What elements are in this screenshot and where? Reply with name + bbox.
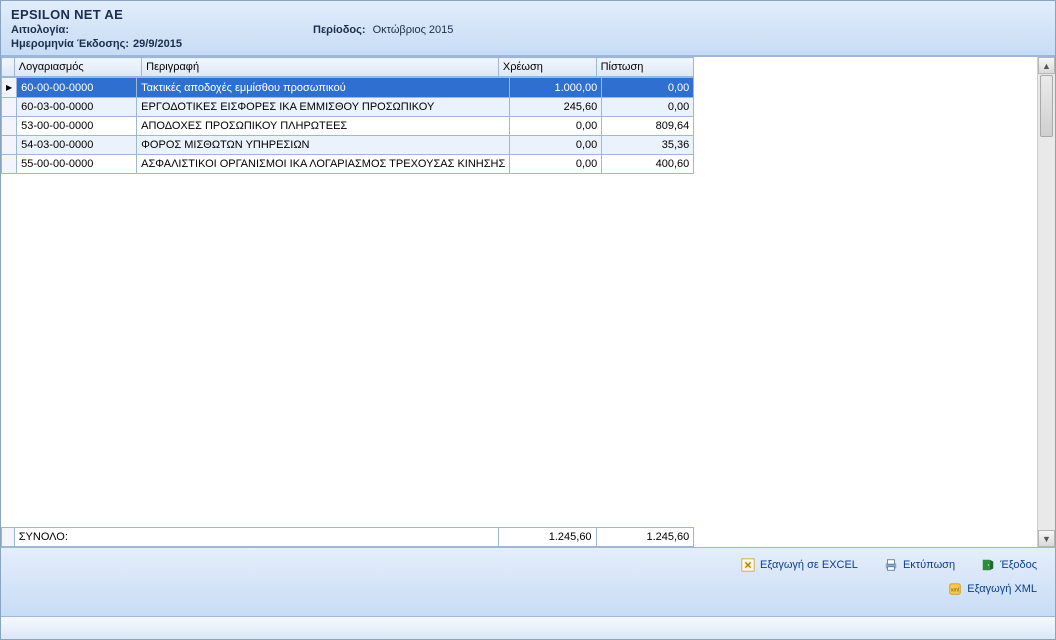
cell-account[interactable]: 60-00-00-0000 bbox=[17, 78, 137, 98]
footer-indicator bbox=[2, 528, 15, 547]
exit-label: Έξοδος bbox=[1000, 559, 1037, 571]
scroll-thumb[interactable] bbox=[1040, 75, 1053, 137]
cell-description[interactable]: ΑΠΟΔΟΧΕΣ ΠΡΟΣΩΠΙΚΟΥ ΠΛΗΡΩΤΕΕΣ bbox=[137, 117, 510, 136]
table-row[interactable]: 55-00-00-0000ΑΣΦΑΛΙΣΤΙΚΟΙ ΟΡΓΑΝΙΣΜΟΙ ΙΚΑ… bbox=[2, 155, 694, 174]
app-window: EPSILON NET AE Αιτιολογία: Περίοδος: Οκτ… bbox=[0, 0, 1056, 640]
data-grid[interactable]: Λογαριασμός Περιγραφή Χρέωση Πίστωση 60-… bbox=[1, 57, 694, 547]
cell-description[interactable]: ΑΣΦΑΛΙΣΤΙΚΟΙ ΟΡΓΑΝΙΣΜΟΙ ΙΚΑ ΛΟΓΑΡΙΑΣΜΟΣ … bbox=[137, 155, 510, 174]
row-indicator[interactable] bbox=[2, 155, 17, 174]
export-excel-button[interactable]: Εξαγωγή σε EXCEL bbox=[737, 556, 862, 574]
print-button[interactable]: Εκτύπωση bbox=[880, 556, 959, 574]
cell-debit[interactable]: 0,00 bbox=[510, 155, 602, 174]
scroll-down-button[interactable]: ▼ bbox=[1038, 530, 1055, 547]
footer-debit-total: 1.245,60 bbox=[498, 528, 596, 547]
printer-icon bbox=[884, 558, 898, 572]
issue-date-value: 29/9/2015 bbox=[133, 38, 182, 50]
cell-debit[interactable]: 245,60 bbox=[510, 98, 602, 117]
cell-debit[interactable]: 0,00 bbox=[510, 136, 602, 155]
cell-credit[interactable]: 809,64 bbox=[602, 117, 694, 136]
grid-header: Λογαριασμός Περιγραφή Χρέωση Πίστωση bbox=[1, 57, 694, 77]
col-credit[interactable]: Πίστωση bbox=[596, 58, 694, 77]
cell-credit[interactable]: 0,00 bbox=[602, 78, 694, 98]
grid-area: Λογαριασμός Περιγραφή Χρέωση Πίστωση 60-… bbox=[1, 56, 1055, 547]
cell-debit[interactable]: 1.000,00 bbox=[510, 78, 602, 98]
period-value: Οκτώβριος 2015 bbox=[373, 24, 454, 36]
print-label: Εκτύπωση bbox=[903, 559, 955, 571]
company-title: EPSILON NET AE bbox=[11, 7, 1045, 22]
grid-footer: ΣΥΝΟΛΟ: 1.245,60 1.245,60 bbox=[1, 527, 694, 547]
cell-account[interactable]: 60-03-00-0000 bbox=[17, 98, 137, 117]
footer-credit-total: 1.245,60 bbox=[596, 528, 694, 547]
cell-credit[interactable]: 0,00 bbox=[602, 98, 694, 117]
col-indicator[interactable] bbox=[2, 58, 15, 77]
vertical-scrollbar[interactable]: ▲ ▼ bbox=[1037, 57, 1055, 547]
reason-label: Αιτιολογία: bbox=[11, 24, 69, 36]
row-indicator[interactable] bbox=[2, 98, 17, 117]
row-indicator[interactable] bbox=[2, 78, 17, 98]
table-row[interactable]: 54-03-00-0000ΦΟΡΟΣ ΜΙΣΘΩΤΩΝ ΥΠΗΡΕΣΙΩΝ0,0… bbox=[2, 136, 694, 155]
cell-account[interactable]: 55-00-00-0000 bbox=[17, 155, 137, 174]
header: EPSILON NET AE Αιτιολογία: Περίοδος: Οκτ… bbox=[1, 1, 1055, 56]
issue-date-label: Ημερομηνία Έκδοσης: bbox=[11, 38, 129, 50]
table-row[interactable]: 53-00-00-0000ΑΠΟΔΟΧΕΣ ΠΡΟΣΩΠΙΚΟΥ ΠΛΗΡΩΤΕ… bbox=[2, 117, 694, 136]
col-debit[interactable]: Χρέωση bbox=[498, 58, 596, 77]
table-row[interactable]: 60-00-00-0000Τακτικές αποδοχές εμμίσθου … bbox=[2, 78, 694, 98]
period-label: Περίοδος: bbox=[313, 24, 366, 36]
excel-icon bbox=[741, 558, 755, 572]
exit-button[interactable]: Έξοδος bbox=[977, 556, 1041, 574]
table-row[interactable]: 60-03-00-0000ΕΡΓΟΔΟΤΙΚΕΣ ΕΙΣΦΟΡΕΣ ΙΚΑ ΕΜ… bbox=[2, 98, 694, 117]
cell-credit[interactable]: 400,60 bbox=[602, 155, 694, 174]
row-indicator[interactable] bbox=[2, 136, 17, 155]
cell-description[interactable]: ΕΡΓΟΔΟΤΙΚΕΣ ΕΙΣΦΟΡΕΣ ΙΚΑ ΕΜΜΙΣΘΟΥ ΠΡΟΣΩΠ… bbox=[137, 98, 510, 117]
cell-account[interactable]: 54-03-00-0000 bbox=[17, 136, 137, 155]
export-xml-button[interactable]: xml Εξαγωγή XML bbox=[944, 580, 1041, 598]
svg-text:xml: xml bbox=[951, 588, 959, 594]
status-bar bbox=[1, 616, 1055, 639]
footer-toolbar: Εξαγωγή σε EXCEL Εκτύπωση Έξοδος xml Ε bbox=[1, 547, 1055, 616]
grid-empty-space bbox=[694, 57, 1037, 547]
cell-description[interactable]: ΦΟΡΟΣ ΜΙΣΘΩΤΩΝ ΥΠΗΡΕΣΙΩΝ bbox=[137, 136, 510, 155]
col-account[interactable]: Λογαριασμός bbox=[14, 58, 141, 77]
grid-body[interactable]: 60-00-00-0000Τακτικές αποδοχές εμμίσθου … bbox=[1, 77, 694, 174]
cell-credit[interactable]: 35,36 bbox=[602, 136, 694, 155]
cell-account[interactable]: 53-00-00-0000 bbox=[17, 117, 137, 136]
cell-description[interactable]: Τακτικές αποδοχές εμμίσθου προσωπικού bbox=[137, 78, 510, 98]
export-xml-label: Εξαγωγή XML bbox=[967, 583, 1037, 595]
export-excel-label: Εξαγωγή σε EXCEL bbox=[760, 559, 858, 571]
row-indicator[interactable] bbox=[2, 117, 17, 136]
footer-total-label: ΣΥΝΟΛΟ: bbox=[14, 528, 498, 547]
exit-icon bbox=[981, 558, 995, 572]
col-description[interactable]: Περιγραφή bbox=[142, 58, 499, 77]
scroll-up-button[interactable]: ▲ bbox=[1038, 57, 1055, 74]
xml-icon: xml bbox=[948, 582, 962, 596]
cell-debit[interactable]: 0,00 bbox=[510, 117, 602, 136]
